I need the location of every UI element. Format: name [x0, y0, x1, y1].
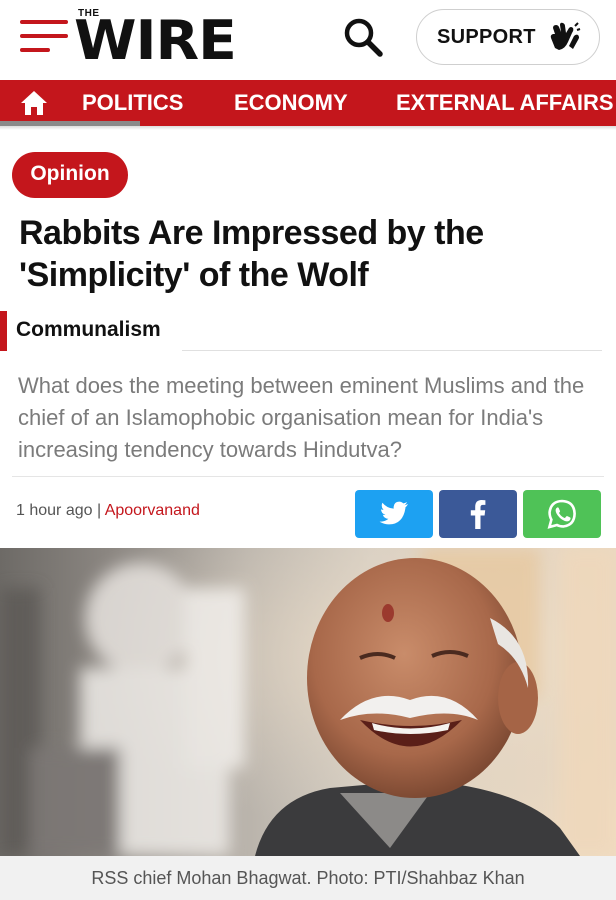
support-label: SUPPORT [437, 25, 536, 48]
share-whatsapp-button[interactable] [523, 490, 601, 538]
nav-item-external-affairs[interactable]: EXTERNAL AFFAIRS [396, 80, 614, 126]
article-photo [0, 548, 616, 856]
article-category[interactable]: Communalism [16, 318, 161, 342]
share-twitter-button[interactable] [355, 490, 433, 538]
facebook-icon [470, 500, 486, 529]
share-facebook-button[interactable] [439, 490, 517, 538]
main-nav: POLITICS ECONOMY EXTERNAL AFFAIRS [0, 80, 616, 126]
opinion-badge[interactable]: Opinion [12, 152, 128, 198]
hamburger-menu-icon[interactable] [20, 20, 68, 54]
search-icon[interactable] [342, 16, 384, 58]
meta-separator: | [96, 502, 102, 519]
published-time: 1 hour ago [16, 502, 93, 519]
twitter-icon [379, 501, 408, 525]
nav-item-politics[interactable]: POLITICS [82, 80, 183, 126]
author-link[interactable]: Apoorvanand [105, 502, 200, 519]
article-title: Rabbits Are Impressed by the 'Simplicity… [19, 214, 484, 294]
clap-hands-icon [550, 22, 581, 50]
support-button[interactable]: SUPPORT [416, 9, 600, 65]
whatsapp-icon [547, 499, 576, 529]
meta-divider [12, 476, 604, 477]
article-summary: What does the meeting between eminent Mu… [18, 373, 585, 462]
category-accent-bar [0, 311, 7, 351]
photo-illustration [0, 548, 616, 856]
article-meta: 1 hour ago | Apoorvanand [16, 502, 200, 520]
home-icon[interactable] [20, 90, 48, 116]
nav-item-economy[interactable]: ECONOMY [234, 80, 348, 126]
site-header: THE WIRE SUPPORT [0, 0, 616, 80]
nav-shadow [0, 126, 616, 130]
site-logo[interactable]: WIRE [74, 12, 237, 70]
category-divider [182, 350, 602, 351]
photo-caption: RSS chief Mohan Bhagwat. Photo: PTI/Shah… [0, 856, 616, 900]
